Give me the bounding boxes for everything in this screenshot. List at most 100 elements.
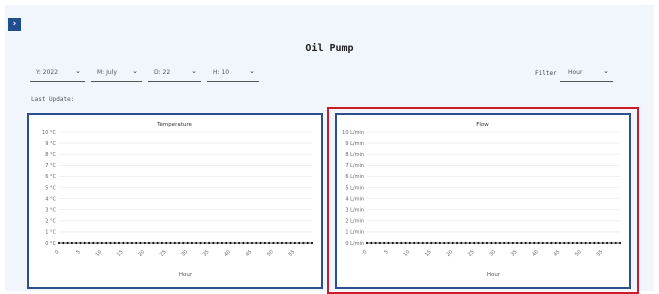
- data-point: [259, 241, 262, 245]
- data-point: [276, 241, 279, 245]
- x-tick-label: 5: [75, 249, 81, 255]
- data-point: [520, 241, 523, 245]
- data-point: [135, 241, 138, 245]
- data-point: [473, 241, 476, 245]
- data-point: [186, 241, 189, 245]
- y-tick-label: 7 °C: [45, 163, 56, 169]
- temperature-chart-panel: Temperature 0 °C 1 °C 2 °C 3 °C 4 °C 5 °C 6 °C 7…: [27, 113, 323, 289]
- filter-select[interactable]: Hour ⌄: [560, 65, 613, 82]
- y-tick-label: 5 °C: [45, 185, 56, 191]
- data-point: [541, 241, 544, 245]
- data-point: [580, 241, 583, 245]
- data-point: [485, 241, 489, 245]
- data-point: [400, 241, 403, 245]
- y-tick-label: 2 °C: [45, 219, 56, 225]
- data-point: [126, 241, 129, 245]
- y-tick-label: 2 L/min: [345, 219, 364, 225]
- data-point: [280, 241, 284, 245]
- data-point: [160, 241, 164, 245]
- data-point: [528, 241, 532, 245]
- data-point: [533, 241, 536, 245]
- x-tick-label: 40: [223, 249, 232, 258]
- data-point: [152, 241, 155, 245]
- data-point: [546, 241, 549, 245]
- year-select-value: Y: 2022: [36, 69, 59, 76]
- y-tick-label: 3 L/min: [345, 208, 364, 214]
- hour-select[interactable]: H: 10 ⌄: [207, 65, 259, 82]
- data-point: [490, 241, 493, 245]
- flow-chart: Flow 0 L/min 1 L/min 2 L/min 3 L/min 4 L/min 5…: [342, 122, 622, 278]
- data-point: [268, 241, 271, 245]
- data-point: [109, 241, 112, 245]
- data-point: [298, 241, 301, 245]
- data-point: [246, 241, 249, 245]
- x-tick-label: 0: [362, 249, 368, 255]
- y-tick-label: 7 L/min: [345, 163, 364, 169]
- year-select[interactable]: Y: 2022 ⌄: [30, 65, 85, 82]
- data-point: [57, 241, 61, 245]
- chevron-right-icon[interactable]: ›: [8, 18, 21, 31]
- data-point: [370, 241, 373, 245]
- data-point: [558, 241, 562, 245]
- data-point: [413, 241, 416, 245]
- page-title: Oil Pump: [305, 43, 354, 54]
- data-point: [601, 241, 604, 245]
- day-select[interactable]: D: 22 ⌄: [148, 65, 201, 82]
- y-tick-label: 1 °C: [45, 230, 56, 236]
- x-tick-label: 25: [467, 249, 476, 258]
- data-point: [365, 241, 369, 245]
- data-point: [395, 241, 399, 245]
- y-tick-label: 9 °C: [45, 141, 56, 147]
- data-point: [468, 241, 472, 245]
- x-tick-label: 55: [596, 249, 605, 258]
- y-tick-label: 0 °C: [45, 241, 56, 247]
- data-point: [563, 241, 566, 245]
- data-point: [242, 241, 245, 245]
- data-point: [79, 241, 82, 245]
- data-point: [374, 241, 377, 245]
- flow-chart-panel: Flow 0 L/min 1 L/min 2 L/min 3 L/min 4 L/min 5…: [335, 113, 631, 289]
- month-select[interactable]: M: July ⌄: [91, 65, 142, 82]
- y-tick-label: 6 L/min: [345, 174, 364, 180]
- x-tick-label: 35: [510, 249, 519, 258]
- x-tick-label: 15: [116, 249, 125, 258]
- data-point: [62, 241, 65, 245]
- chevron-down-icon: ⌄: [249, 67, 255, 75]
- data-point: [229, 241, 232, 245]
- data-point: [272, 241, 275, 245]
- data-point: [464, 241, 467, 245]
- data-point: [165, 241, 168, 245]
- data-point: [238, 241, 241, 245]
- data-point: [233, 241, 236, 245]
- x-tick-label: 15: [424, 249, 433, 258]
- data-point: [100, 241, 103, 245]
- x-tick-label: 45: [245, 249, 254, 258]
- last-update-label: Last Update:: [31, 96, 75, 103]
- data-point: [70, 241, 73, 245]
- data-point: [207, 241, 211, 245]
- data-point: [263, 241, 266, 245]
- x-tick-label: 5: [383, 249, 389, 255]
- day-select-value: D: 22: [154, 69, 171, 76]
- x-tick-label: 30: [488, 249, 497, 258]
- chart-title: Flow: [476, 122, 489, 128]
- x-tick-label: 10: [403, 249, 412, 258]
- data-point: [455, 241, 459, 245]
- chevron-down-icon: ⌄: [603, 67, 609, 75]
- data-point: [310, 241, 314, 245]
- x-tick-label: 55: [288, 249, 297, 258]
- data-point: [460, 241, 463, 245]
- data-point: [498, 241, 502, 245]
- x-tick-label: 40: [531, 249, 540, 258]
- data-point: [503, 241, 506, 245]
- x-tick-label: 50: [266, 249, 275, 258]
- y-tick-label: 5 L/min: [345, 185, 364, 191]
- chart-title: Temperature: [156, 122, 192, 128]
- data-point: [404, 241, 407, 245]
- filter-label: Filter: [535, 70, 557, 77]
- x-tick-label: 20: [445, 249, 454, 258]
- data-point: [537, 241, 540, 245]
- data-point: [494, 241, 497, 245]
- data-point: [169, 241, 172, 245]
- data-point: [302, 241, 305, 245]
